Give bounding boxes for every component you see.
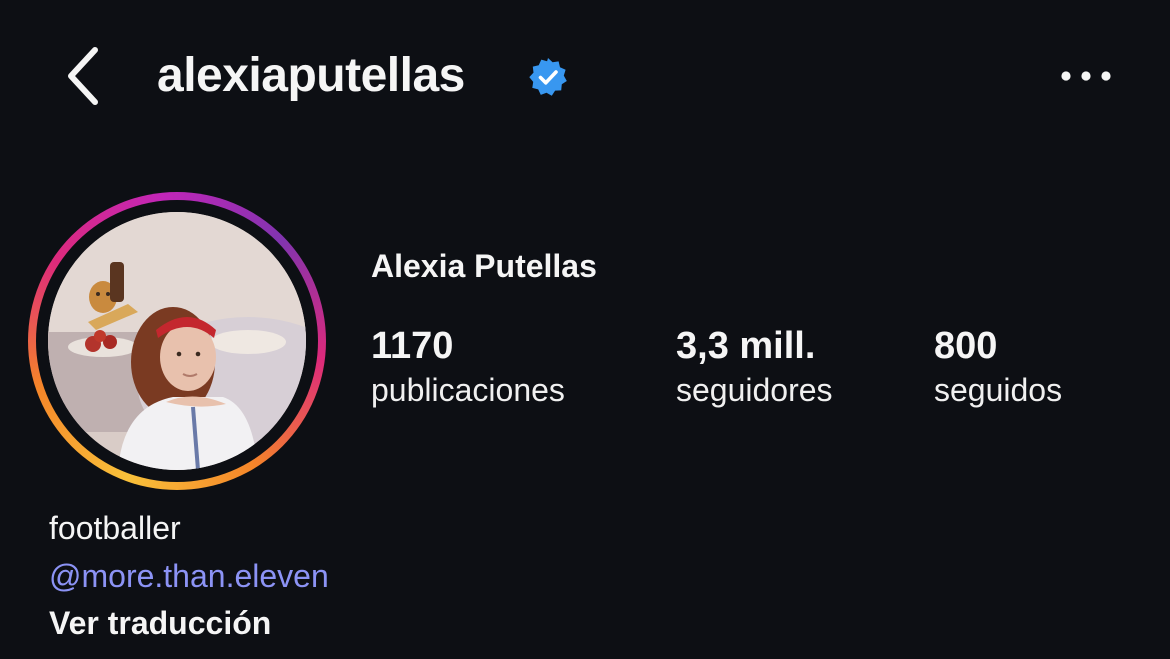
following-label: seguidos [934,372,1063,408]
more-options-button[interactable] [1058,54,1114,98]
profile-photo [48,212,306,470]
verified-badge-icon [529,58,567,96]
back-button[interactable] [58,44,108,108]
following-stat[interactable]: 800 seguidos [934,324,1062,412]
followers-label: seguidores [676,372,833,408]
followers-stat[interactable]: 3,3 mill. seguidores [676,324,833,412]
more-horizontal-icon [1061,71,1111,81]
profile-full-name: Alexia Putellas [371,248,597,284]
profile-username: alexiaputellas [157,49,465,102]
translate-link[interactable]: Ver traducción [49,603,271,643]
posts-label: publicaciones [371,372,565,408]
bio-text: footballer [49,510,181,546]
story-ring[interactable] [28,192,326,490]
following-count: 800 [934,325,998,367]
posts-stat[interactable]: 1170 publicaciones [371,324,565,412]
avatar [48,212,306,470]
followers-count: 3,3 mill. [676,325,816,367]
posts-count: 1170 [371,325,454,367]
bio-mention-link[interactable]: @more.than.eleven [49,556,329,596]
chevron-left-icon [68,47,98,105]
